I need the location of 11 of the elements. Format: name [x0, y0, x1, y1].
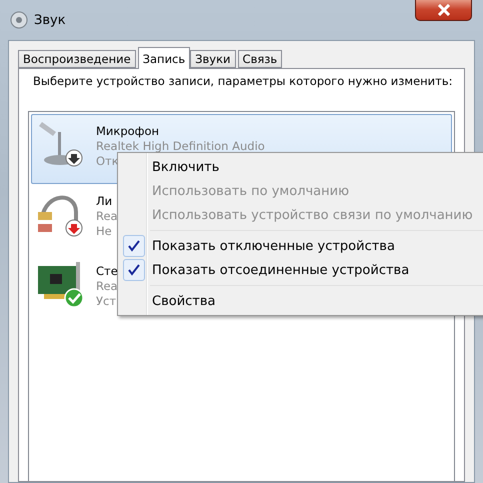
device-name: Сте — [96, 264, 118, 279]
device-status: Отк — [96, 154, 119, 169]
device-driver: Rea — [96, 279, 118, 294]
device-status: Не — [96, 224, 112, 239]
instruction-text: Выберите устройство записи, параметры которого нужно изменить: — [32, 74, 454, 90]
device-status: Уст — [96, 294, 116, 309]
device-name: Ли — [96, 194, 112, 209]
window-title: Звук — [34, 12, 66, 28]
device-driver: Realtek High Definition Audio — [96, 139, 265, 154]
device-name: Микрофон — [96, 124, 160, 139]
device-driver: Rea — [96, 209, 118, 224]
